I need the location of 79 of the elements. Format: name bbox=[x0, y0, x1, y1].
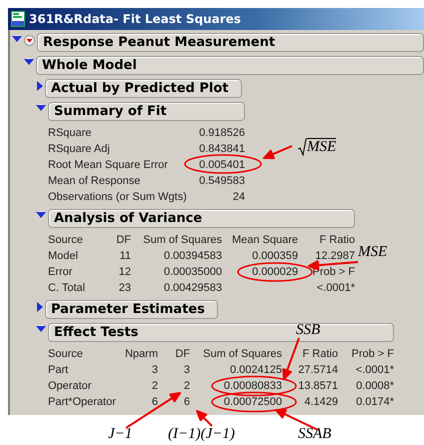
table-cell: 11 bbox=[120, 250, 131, 262]
window-title: 361R&Rdata- Fit Least Squares bbox=[29, 12, 241, 26]
table-cell: C. Total bbox=[48, 282, 86, 294]
table-cell: <.0001* bbox=[356, 364, 394, 376]
table-cell: 27.5714 bbox=[298, 364, 338, 376]
table-cell: 0.00429583 bbox=[164, 282, 222, 294]
stat-label: Root Mean Square Error bbox=[48, 159, 168, 171]
stat-label: Mean of Response bbox=[48, 175, 140, 187]
column-header: Mean Square bbox=[232, 234, 298, 246]
table-cell: 2 bbox=[152, 380, 158, 392]
table-cell: 13.8571 bbox=[298, 380, 338, 392]
table-cell: Operator bbox=[48, 380, 92, 392]
stat-label: RSquare Adj bbox=[48, 143, 110, 155]
annotation-arrow bbox=[125, 392, 181, 429]
math-label: MSE bbox=[358, 244, 388, 261]
annotation-arrow bbox=[282, 337, 300, 380]
collapse-triangle-icon[interactable] bbox=[24, 58, 34, 66]
table-cell: 3 bbox=[152, 364, 158, 376]
stat-value: 0.843841 bbox=[199, 143, 245, 155]
square-root-icon bbox=[298, 138, 307, 156]
column-header: Source bbox=[48, 348, 83, 360]
column-header: DF bbox=[175, 348, 190, 360]
table-cell: Model bbox=[48, 250, 78, 262]
column-header: Source bbox=[48, 234, 83, 246]
table-cell: 23 bbox=[118, 282, 131, 294]
math-label: (I−1)(J−1) bbox=[168, 426, 235, 443]
menu-icon[interactable] bbox=[24, 35, 35, 46]
table-cell: Error bbox=[48, 266, 72, 278]
stat-value: 0.005401 bbox=[199, 159, 245, 171]
outline-header[interactable]: Parameter Estimates bbox=[45, 300, 218, 319]
table-cell: 0.00072500 bbox=[224, 396, 282, 408]
column-header: Prob > F bbox=[352, 348, 394, 360]
column-header: Sum of Squares bbox=[203, 348, 282, 360]
table-cell: Part bbox=[48, 364, 68, 376]
annotation-arrow bbox=[263, 145, 293, 160]
math-label: MSE bbox=[307, 138, 336, 156]
column-header: F Ratio bbox=[320, 234, 355, 246]
annotation-arrow bbox=[196, 410, 213, 427]
table-cell: 12 bbox=[118, 266, 131, 278]
expand-triangle-icon[interactable] bbox=[36, 81, 43, 91]
table-cell: 3 bbox=[184, 364, 190, 376]
column-header: Sum of Squares bbox=[143, 234, 222, 246]
math-label: SSAB bbox=[298, 426, 332, 443]
outline-header[interactable]: Whole Model bbox=[36, 56, 424, 75]
table-cell: 4.1429 bbox=[304, 396, 338, 408]
table-cell: 0.000029 bbox=[252, 266, 298, 278]
expand-triangle-icon[interactable] bbox=[36, 302, 43, 312]
outline-header[interactable]: Summary of Fit bbox=[48, 102, 245, 121]
table-cell: 12.2987 bbox=[315, 250, 355, 262]
math-label: SSB bbox=[296, 322, 320, 339]
table-cell: <.0001* bbox=[316, 282, 355, 294]
table-cell: 0.00394583 bbox=[164, 250, 222, 262]
table-cell: 0.00080833 bbox=[224, 380, 282, 392]
stat-value: 24 bbox=[232, 191, 245, 203]
table-cell: 0.00035000 bbox=[164, 266, 222, 278]
table-cell: 2 bbox=[184, 380, 190, 392]
collapse-triangle-icon[interactable] bbox=[36, 211, 46, 219]
column-header: Nparm bbox=[124, 348, 158, 360]
column-header: F Ratio bbox=[302, 348, 338, 360]
table-cell: Part*Operator bbox=[48, 396, 116, 408]
collapse-triangle-icon[interactable] bbox=[36, 104, 46, 112]
table-cell: 0.0174* bbox=[356, 396, 394, 408]
outline-header[interactable]: Actual by Predicted Plot bbox=[45, 79, 242, 98]
table-cell: 0.0008* bbox=[356, 380, 394, 392]
column-header: DF bbox=[116, 234, 131, 246]
stat-value: 0.549583 bbox=[199, 175, 245, 187]
stat-label: RSquare bbox=[48, 127, 92, 139]
math-label: J−1 bbox=[108, 426, 132, 443]
app-icon bbox=[11, 11, 25, 27]
table-cell: 6 bbox=[152, 396, 158, 408]
stat-label: Observations (or Sum Wgts) bbox=[48, 191, 187, 203]
table-cell: 0.000359 bbox=[252, 250, 298, 262]
table-cell: 6 bbox=[184, 396, 190, 408]
collapse-triangle-icon[interactable] bbox=[36, 325, 46, 333]
collapse-triangle-icon[interactable] bbox=[12, 35, 22, 43]
table-cell: 0.0024125 bbox=[230, 364, 282, 376]
outline-header[interactable]: Analysis of Variance bbox=[48, 209, 355, 228]
stat-value: 0.918526 bbox=[199, 127, 245, 139]
outline-header[interactable]: Response Peanut Measurement bbox=[37, 33, 424, 52]
